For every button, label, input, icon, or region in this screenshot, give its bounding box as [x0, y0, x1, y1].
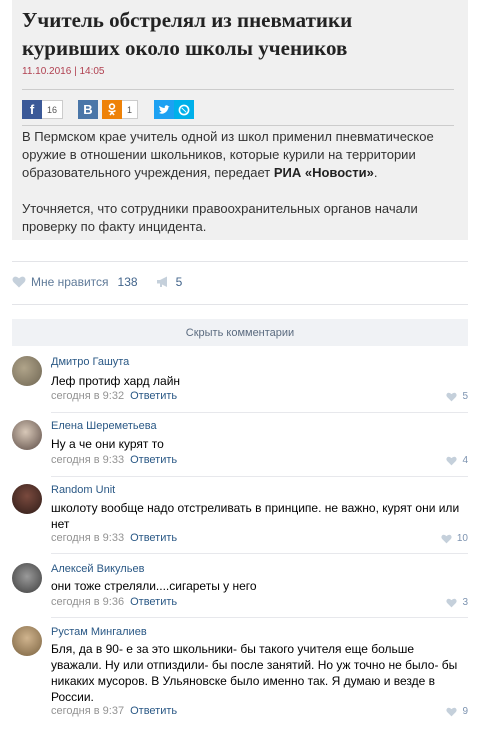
divider — [51, 617, 468, 618]
comment-item: Алексей Викульев они тоже стреляли....си… — [12, 563, 468, 618]
livejournal-icon — [174, 100, 194, 119]
reply-link[interactable]: Ответить — [130, 454, 177, 466]
comment-like-button[interactable]: 5 — [446, 391, 468, 402]
comment-author[interactable]: Дмитро Гашута — [51, 356, 129, 368]
article-title: Учитель обстрелял из пневматики куривших… — [22, 8, 353, 60]
facebook-share-button[interactable]: f 16 — [22, 100, 64, 119]
comment-item: Рустам Мингалиев Бля, да в 90- е за это … — [12, 626, 468, 726]
livejournal-share-button[interactable] — [174, 100, 194, 119]
vk-share-button[interactable]: В — [78, 100, 98, 119]
comment-like-count: 10 — [456, 533, 468, 544]
comment-time[interactable]: сегодня в 9:33 — [51, 532, 124, 544]
share-count: 5 — [175, 275, 183, 289]
comment-item: Дмитро Гашута Леф протиф хард лайн сегод… — [12, 356, 468, 413]
comment-text: они тоже стреляли....сигареты у него — [51, 579, 257, 593]
source-name: РИА «Новости» — [273, 165, 374, 180]
divider — [51, 553, 468, 554]
like-count: 138 — [117, 275, 138, 289]
odnoklassniki-share-count: 1 — [122, 100, 139, 119]
avatar[interactable] — [12, 563, 42, 593]
divider — [12, 261, 468, 262]
odnoklassniki-icon — [102, 100, 122, 119]
divider — [22, 89, 454, 90]
comment-time[interactable]: сегодня в 9:36 — [51, 596, 124, 608]
comment-text: Ну а че они курят то — [51, 437, 164, 451]
article-paragraph: В Пермском крае учитель одной из школ пр… — [22, 128, 458, 182]
twitter-icon — [154, 100, 174, 119]
reply-link[interactable]: Ответить — [130, 705, 177, 717]
comment-text: Леф протиф хард лайн — [51, 374, 181, 388]
avatar[interactable] — [12, 626, 42, 656]
comment-time[interactable]: сегодня в 9:33 — [51, 454, 124, 466]
comment-like-button[interactable]: 4 — [446, 455, 468, 466]
comment-like-button[interactable]: 10 — [441, 533, 468, 544]
heart-icon — [12, 276, 26, 288]
comment-item: Елена Шереметьева Ну а че они курят то с… — [12, 420, 468, 477]
like-button[interactable]: Мне нравится 138 — [12, 275, 138, 289]
comment-like-button[interactable]: 3 — [446, 597, 468, 608]
paragraph-end: . — [373, 165, 378, 180]
comment-author[interactable]: Алексей Викульев — [51, 563, 144, 575]
share-button[interactable]: 5 — [156, 275, 183, 289]
comment-time[interactable]: сегодня в 9:32 — [51, 390, 124, 402]
comment-text: школоту вообще надо отстреливать в принц… — [51, 501, 460, 531]
heart-icon — [441, 534, 452, 543]
heart-icon — [446, 392, 458, 401]
comment-meta: сегодня в 9:33 Ответить — [51, 454, 177, 466]
comment-author[interactable]: Random Unit — [51, 484, 115, 496]
comment-meta: сегодня в 9:37 Ответить — [51, 705, 177, 717]
avatar[interactable] — [12, 484, 42, 514]
comment-time[interactable]: сегодня в 9:37 — [51, 705, 124, 717]
comment-meta: сегодня в 9:33 Ответить — [51, 532, 177, 544]
megaphone-icon — [156, 276, 167, 287]
comment-text: Бля, да в 90- е за это школьники- бы так… — [51, 642, 458, 704]
facebook-icon: f — [22, 100, 42, 119]
odnoklassniki-share-button[interactable]: 1 — [102, 100, 139, 119]
divider — [12, 304, 468, 305]
heart-icon — [446, 456, 458, 465]
hide-comments-button[interactable]: Скрыть комментарии — [12, 319, 468, 346]
heart-icon — [446, 598, 458, 607]
comment-author[interactable]: Елена Шереметьева — [51, 420, 157, 432]
divider — [51, 476, 468, 477]
article-date: 11.10.2016 | 14:05 — [22, 66, 105, 77]
divider — [22, 125, 454, 126]
reply-link[interactable]: Ответить — [130, 596, 177, 608]
comment-like-count: 5 — [462, 391, 468, 402]
comment-like-button[interactable]: 9 — [446, 706, 468, 717]
comment-like-count: 3 — [462, 597, 468, 608]
article-card: Учитель обстрелял из пневматики куривших… — [12, 0, 468, 240]
reactions-bar: Мне нравится 138 5 — [12, 275, 182, 289]
like-label: Мне нравится — [31, 275, 109, 289]
comment-item: Random Unit школоту вообще надо отстрели… — [12, 484, 468, 554]
comment-like-count: 4 — [462, 455, 468, 466]
reply-link[interactable]: Ответить — [130, 532, 177, 544]
comment-meta: сегодня в 9:32 Ответить — [51, 390, 177, 402]
article-paragraph: Уточняется, что сотрудники правоохраните… — [22, 201, 418, 234]
reply-link[interactable]: Ответить — [130, 390, 177, 402]
facebook-share-count: 16 — [42, 100, 64, 119]
avatar[interactable] — [12, 356, 42, 386]
comment-meta: сегодня в 9:36 Ответить — [51, 596, 177, 608]
heart-icon — [446, 707, 458, 716]
comment-author[interactable]: Рустам Мингалиев — [51, 626, 147, 638]
divider — [51, 412, 468, 413]
twitter-share-button[interactable] — [154, 100, 174, 119]
comment-like-count: 9 — [462, 706, 468, 717]
vk-icon: В — [78, 100, 98, 119]
avatar[interactable] — [12, 420, 42, 450]
